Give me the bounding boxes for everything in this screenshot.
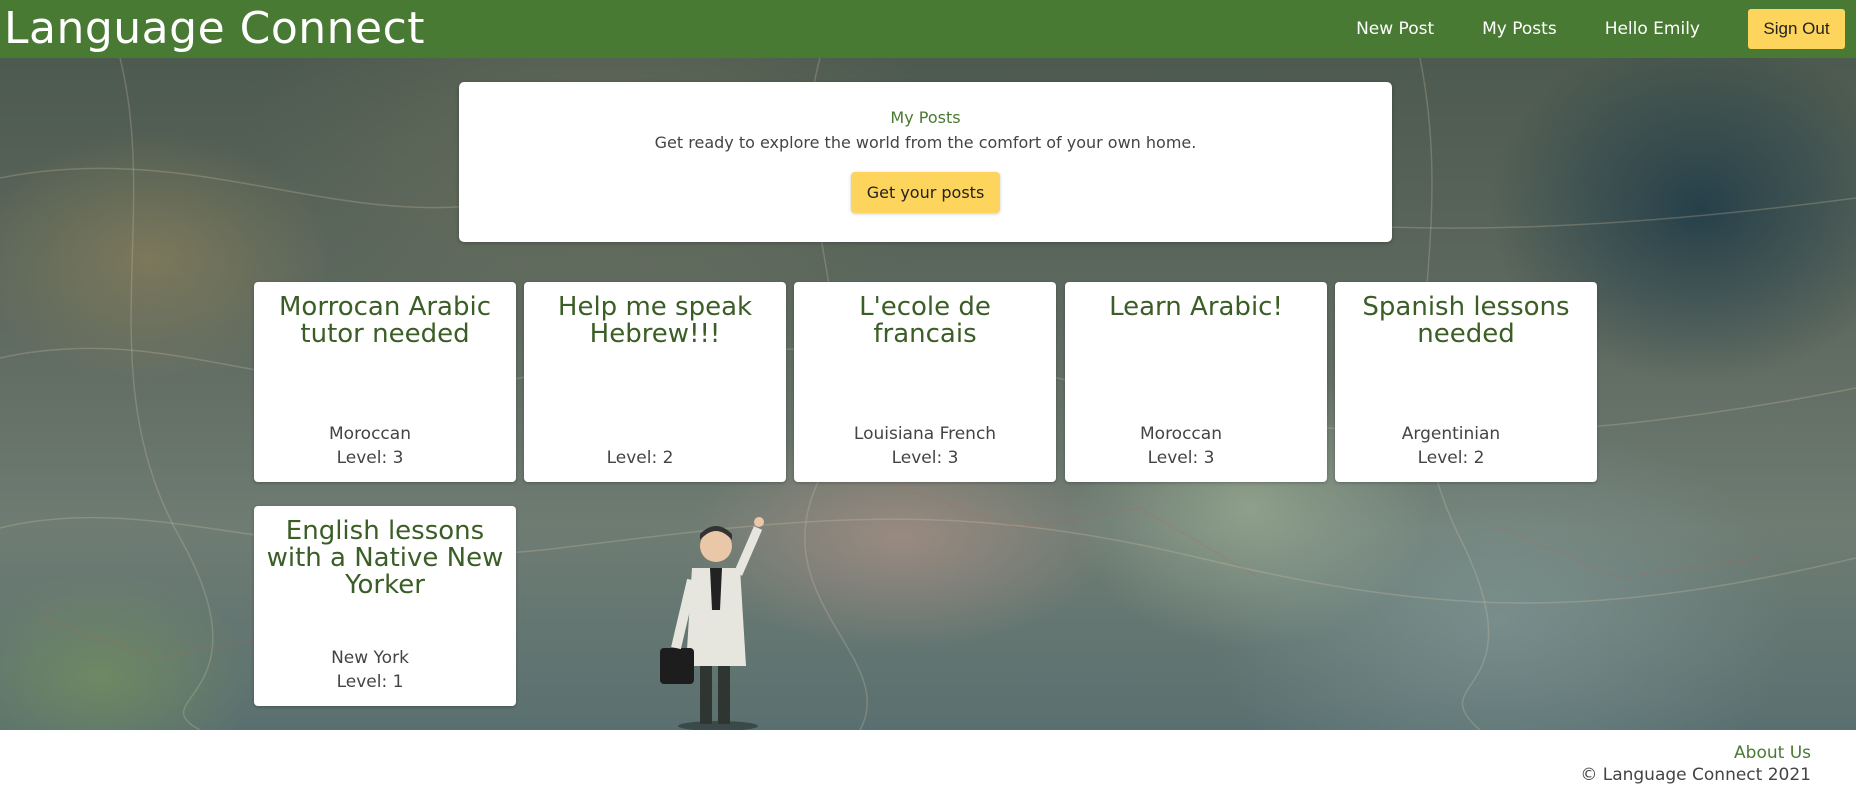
post-card[interactable]: Help me speak Hebrew!!! Level: 2 [524, 282, 786, 482]
post-level: Level: 3 [1147, 448, 1215, 468]
copyright-text: © Language Connect 2021 [1580, 765, 1811, 785]
post-title: Help me speak Hebrew!!! [557, 292, 753, 349]
post-title: Spanish lessons needed [1362, 292, 1570, 349]
post-dialect: Louisiana French [853, 424, 997, 444]
brand-logo[interactable]: Language Connect [0, 0, 425, 58]
post-card[interactable]: L'ecole de francais Louisiana French Lev… [794, 282, 1056, 482]
intro-title: My Posts [890, 108, 961, 127]
post-dialect: New York [331, 648, 409, 668]
post-card[interactable]: Spanish lessons needed Argentinian Level… [1335, 282, 1597, 482]
sign-out-button[interactable]: Sign Out [1748, 9, 1845, 49]
post-meta: Louisiana French Level: 3 [794, 422, 1056, 470]
nav-links: New Post My Posts Hello Emily Sign Out [1356, 0, 1856, 58]
post-level: Level: 1 [336, 672, 404, 692]
top-navbar: Language Connect New Post My Posts Hello… [0, 0, 1856, 58]
post-level: Level: 3 [336, 448, 404, 468]
post-meta: Level: 2 [524, 446, 786, 470]
post-dialect: Moroccan [329, 424, 411, 444]
post-card[interactable]: Morrocan Arabic tutor needed Moroccan Le… [254, 282, 516, 482]
post-meta: Argentinian Level: 2 [1335, 422, 1597, 470]
about-us-link[interactable]: About Us [0, 743, 1811, 763]
post-card[interactable]: English lessons with a Native New Yorker… [254, 506, 516, 706]
nav-user-greeting[interactable]: Hello Emily [1605, 19, 1700, 39]
intro-subtitle: Get ready to explore the world from the … [654, 133, 1197, 152]
post-dialect: Argentinian [1401, 424, 1501, 444]
post-card[interactable]: Learn Arabic! Moroccan Level: 3 [1065, 282, 1327, 482]
post-level: Level: 2 [606, 448, 674, 468]
get-posts-button[interactable]: Get your posts [851, 172, 1000, 213]
post-title: Morrocan Arabic tutor needed [279, 292, 491, 349]
post-level: Level: 2 [1417, 448, 1485, 468]
post-meta: New York Level: 1 [254, 646, 516, 694]
post-title: L'ecole de francais [859, 292, 991, 349]
post-dialect: Moroccan [1140, 424, 1222, 444]
nav-my-posts[interactable]: My Posts [1482, 19, 1557, 39]
post-title: English lessons with a Native New Yorker [266, 516, 504, 600]
my-posts-intro-card: My Posts Get ready to explore the world … [459, 82, 1392, 242]
page-footer: About Us © Language Connect 2021 [0, 730, 1856, 811]
nav-new-post[interactable]: New Post [1356, 19, 1434, 39]
post-meta: Moroccan Level: 3 [1065, 422, 1327, 470]
post-level: Level: 3 [891, 448, 959, 468]
post-title: Learn Arabic! [1109, 292, 1283, 322]
post-meta: Moroccan Level: 3 [254, 422, 516, 470]
traveler-figurine-image [660, 517, 764, 730]
